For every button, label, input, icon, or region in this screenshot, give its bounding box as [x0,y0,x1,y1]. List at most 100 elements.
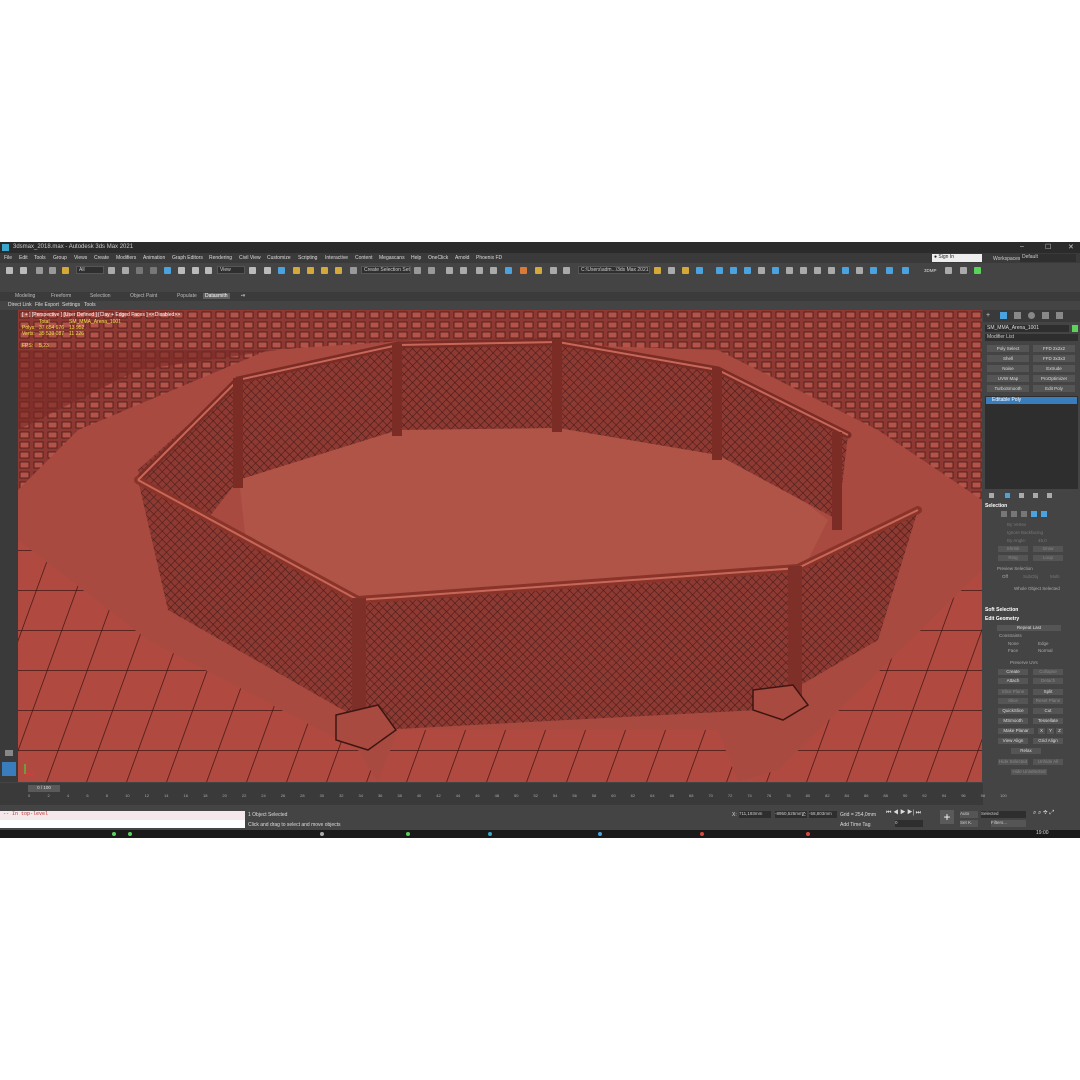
workspaces-dropdown[interactable]: Default [1020,254,1076,262]
named-selection-dropdown[interactable]: Create Selection Set [361,266,411,274]
slice-button[interactable]: Slice [998,698,1028,704]
menu-group[interactable]: Group [53,255,67,261]
display-tab-icon[interactable] [1042,312,1049,319]
keyboard-shortcut-override-icon[interactable] [278,267,285,274]
select-by-name-icon[interactable] [122,267,129,274]
detach-button[interactable]: Detach [1033,678,1063,684]
selection-rollout-title[interactable]: Selection [985,503,1007,509]
reference-coordinate-dropdown[interactable]: View [217,266,245,274]
hierarchy-tab-icon[interactable] [1014,312,1021,319]
menu-modifiers[interactable]: Modifiers [116,255,136,261]
make-planar-x-button[interactable]: X [1038,728,1045,734]
taskbar-app-icon[interactable] [112,832,116,836]
make-unique-icon[interactable] [1019,493,1024,498]
constraint-normal-radio[interactable]: Normal [1038,648,1053,653]
menu-tools[interactable]: Tools [34,255,46,261]
ffd-2x2x2-button[interactable]: FFD 2x2x2 [1033,345,1075,352]
select-object-icon[interactable] [108,267,115,274]
playback-controls-icon[interactable]: ⏮ ◀ ▶ ▶| ⏭ [886,810,921,817]
link-icon[interactable] [36,267,43,274]
tool-e-icon[interactable] [772,267,779,274]
tool-h-icon[interactable] [814,267,821,274]
split-checkbox[interactable]: Split [1033,689,1063,695]
track-bar[interactable]: 0 2 4 6 8 10 12 14 16 18 20 22 24 26 28 30 32 34 36 38 40 42 4… [28,793,1007,804]
hide-unselected-button[interactable]: Hide Unselected [1011,769,1047,775]
tab-modeling[interactable]: Modeling [15,293,35,299]
tools-menu[interactable]: Tools [84,302,96,308]
window-crossing-icon[interactable] [150,267,157,274]
preview-subobj-radio[interactable]: SubObj [1023,574,1038,579]
sign-in-button[interactable]: ● Sign In [932,254,982,262]
tool-o-icon[interactable] [945,267,952,274]
mirror-icon[interactable] [414,267,421,274]
undo-icon[interactable] [6,267,13,274]
project-path-dropdown[interactable]: C:\Users\adm...\3ds Max 2021 [578,266,650,274]
percent-snap-icon[interactable] [321,267,328,274]
menu-megascans[interactable]: Megascans [379,255,405,261]
menu-arnold[interactable]: Arnold [455,255,469,261]
angle-snap-icon[interactable] [307,267,314,274]
menu-customize[interactable]: Customize [267,255,291,261]
extrude-button[interactable]: Extrude [1033,365,1075,372]
folder-icon[interactable] [682,267,689,274]
taskbar-app-icon[interactable] [700,832,704,836]
tool-a-icon[interactable] [716,267,723,274]
viewport-layout-icon[interactable] [2,762,16,776]
close-button[interactable]: ✕ [1068,243,1074,251]
unlink-icon[interactable] [49,267,56,274]
shell-button[interactable]: Shell [987,355,1029,362]
x-coord-field[interactable]: 711,193mm [739,811,771,818]
bind-space-warp-icon[interactable] [62,267,69,274]
ffd-3x3x3-button[interactable]: FFD 3x3x3 [1033,355,1075,362]
configure-sets-icon[interactable] [1047,493,1052,498]
menu-civil-view[interactable]: Civil View [239,255,261,261]
soft-selection-rollout-title[interactable]: Soft Selection [985,607,1018,613]
rendered-frame-window-icon[interactable] [550,267,557,274]
minimize-button[interactable]: – [1020,243,1024,250]
align-icon[interactable] [428,267,435,274]
rotate-icon[interactable] [178,267,185,274]
menu-create[interactable]: Create [94,255,109,261]
taskbar-3dsmax-icon[interactable] [488,832,492,836]
poly-select-button[interactable]: Poly Select [987,345,1029,352]
make-planar-z-button[interactable]: Z [1056,728,1063,734]
expand-arrow-icon[interactable] [5,750,13,756]
direct-link-menu[interactable]: Direct Link [8,302,32,308]
file-export-menu[interactable]: File Export [35,302,59,308]
tool-p-icon[interactable] [960,267,967,274]
object-color-swatch[interactable] [1072,325,1078,332]
constraint-none-radio[interactable]: None [1008,641,1019,646]
grow-button[interactable]: Grow [1033,546,1063,552]
ribbon-options-icon[interactable]: ▪▾ [241,293,245,299]
menu-animation[interactable]: Animation [143,255,165,261]
tab-freeform[interactable]: Freeform [51,293,71,299]
maxscript-listener[interactable]: -- In top-level [0,811,245,820]
redo-icon[interactable] [20,267,27,274]
tab-object-paint[interactable]: Object Paint [130,293,157,299]
create-tab-icon[interactable]: + [986,312,990,319]
edit-poly-button[interactable]: Edit Poly [1033,385,1075,392]
quickslice-button[interactable]: QuickSlice [998,708,1028,714]
attach-button[interactable]: Attach [998,678,1028,684]
tessellate-button[interactable]: Tessellate [1033,718,1063,724]
cut-button[interactable]: Cut [1033,708,1063,714]
by-angle-checkbox[interactable]: By Angle: [1007,538,1026,543]
pivot-center-icon[interactable] [249,267,256,274]
tab-selection[interactable]: Selection [90,293,111,299]
constraint-face-radio[interactable]: Face [1008,648,1018,653]
selection-filter-dropdown[interactable]: All [76,266,104,274]
tab-datasmith[interactable]: Datasmith [203,293,230,299]
menu-rendering[interactable]: Rendering [209,255,232,261]
current-frame-field[interactable]: 0 [895,820,923,827]
material-editor-icon[interactable] [520,267,527,274]
uvw-map-button[interactable]: UVW Map [987,375,1029,382]
noise-button[interactable]: Noise [987,365,1029,372]
make-planar-y-button[interactable]: Y [1047,728,1054,734]
layer-explorer-icon[interactable] [460,267,467,274]
menu-help[interactable]: Help [411,255,421,261]
element-mode-icon[interactable] [1041,511,1047,517]
ring-button[interactable]: Ring [998,555,1028,561]
taskbar-app-icon[interactable] [320,832,324,836]
repeat-last-button[interactable]: Repeat Last [997,625,1061,631]
tool-i-icon[interactable] [828,267,835,274]
